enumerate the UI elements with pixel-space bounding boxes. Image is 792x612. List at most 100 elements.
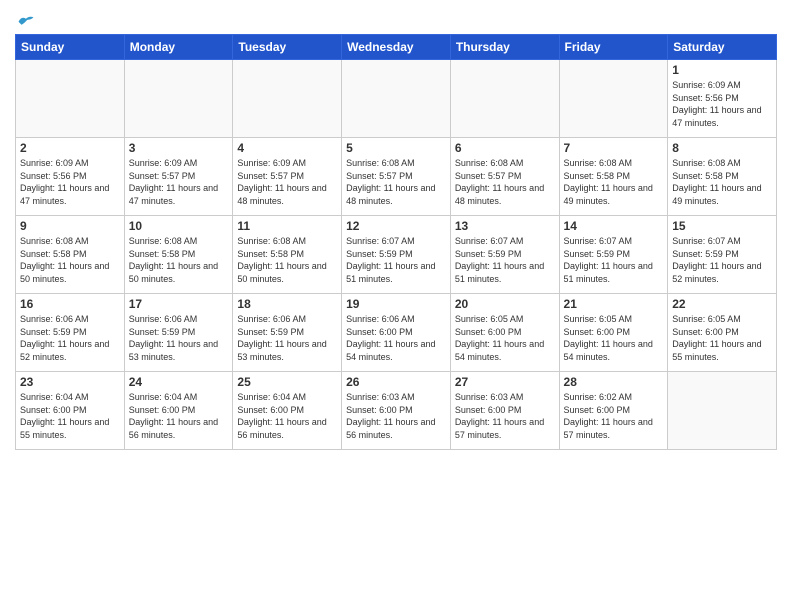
calendar-table: SundayMondayTuesdayWednesdayThursdayFrid… bbox=[15, 34, 777, 450]
calendar-cell: 5 Sunrise: 6:08 AMSunset: 5:57 PMDaylight… bbox=[342, 138, 451, 216]
day-info: Sunrise: 6:02 AMSunset: 6:00 PMDaylight:… bbox=[564, 391, 664, 441]
day-info: Sunrise: 6:05 AMSunset: 6:00 PMDaylight:… bbox=[455, 313, 555, 363]
day-info: Sunrise: 6:08 AMSunset: 5:58 PMDaylight:… bbox=[564, 157, 664, 207]
calendar-cell: 12Sunrise: 6:07 AMSunset: 5:59 PMDayligh… bbox=[342, 216, 451, 294]
day-info: Sunrise: 6:04 AMSunset: 6:00 PMDaylight:… bbox=[237, 391, 337, 441]
day-info: Sunrise: 6:07 AMSunset: 5:59 PMDaylight:… bbox=[564, 235, 664, 285]
day-number: 1 bbox=[672, 63, 772, 77]
day-info: Sunrise: 6:08 AMSunset: 5:57 PMDaylight:… bbox=[346, 157, 446, 207]
calendar-cell: 16 Sunrise: 6:06 AMSunset: 5:59 PMDayligh… bbox=[16, 294, 125, 372]
calendar-cell: 13 Sunrise: 6:07 AMSunset: 5:59 PMDayligh… bbox=[450, 216, 559, 294]
day-info: Sunrise: 6:09 AMSunset: 5:57 PMDaylight:… bbox=[129, 157, 229, 207]
calendar-cell: 11 Sunrise: 6:08 AMSunset: 5:58 PMDayligh… bbox=[233, 216, 342, 294]
day-info: Sunrise: 6:05 AMSunset: 6:00 PMDaylight:… bbox=[672, 313, 772, 363]
calendar-cell bbox=[668, 372, 777, 450]
calendar-cell bbox=[450, 60, 559, 138]
header bbox=[15, 10, 777, 28]
day-number: 20 bbox=[455, 297, 555, 311]
day-number: 21 bbox=[564, 297, 664, 311]
day-number: 3 bbox=[129, 141, 229, 155]
calendar-cell bbox=[16, 60, 125, 138]
calendar-cell: 18 Sunrise: 6:06 AMSunset: 5:59 PMDayligh… bbox=[233, 294, 342, 372]
day-number: 6 bbox=[455, 141, 555, 155]
calendar-cell: 14 Sunrise: 6:07 AMSunset: 5:59 PMDayligh… bbox=[559, 216, 668, 294]
day-number: 26 bbox=[346, 375, 446, 389]
day-number: 22 bbox=[672, 297, 772, 311]
calendar-cell: 21Sunrise: 6:05 AMSunset: 6:00 PMDayligh… bbox=[559, 294, 668, 372]
day-info: Sunrise: 6:08 AMSunset: 5:58 PMDaylight:… bbox=[129, 235, 229, 285]
calendar-cell: 10 Sunrise: 6:08 AMSunset: 5:58 PMDayligh… bbox=[124, 216, 233, 294]
week-row-1: 1 Sunrise: 6:09 AMSunset: 5:56 PMDaylight… bbox=[16, 60, 777, 138]
calendar-cell: 22 Sunrise: 6:05 AMSunset: 6:00 PMDayligh… bbox=[668, 294, 777, 372]
calendar-cell: 9Sunrise: 6:08 AMSunset: 5:58 PMDaylight… bbox=[16, 216, 125, 294]
week-row-2: 2 Sunrise: 6:09 AMSunset: 5:56 PMDaylight… bbox=[16, 138, 777, 216]
day-number: 7 bbox=[564, 141, 664, 155]
calendar-cell bbox=[124, 60, 233, 138]
day-info: Sunrise: 6:06 AMSunset: 5:59 PMDaylight:… bbox=[20, 313, 120, 363]
day-info: Sunrise: 6:09 AMSunset: 5:56 PMDaylight:… bbox=[672, 79, 772, 129]
calendar-cell: 15 Sunrise: 6:07 AMSunset: 5:59 PMDayligh… bbox=[668, 216, 777, 294]
weekday-header-tuesday: Tuesday bbox=[233, 35, 342, 60]
calendar-cell: 2 Sunrise: 6:09 AMSunset: 5:56 PMDaylight… bbox=[16, 138, 125, 216]
week-row-5: 23 Sunrise: 6:04 AMSunset: 6:00 PMDayligh… bbox=[16, 372, 777, 450]
day-info: Sunrise: 6:04 AMSunset: 6:00 PMDaylight:… bbox=[20, 391, 120, 441]
day-number: 23 bbox=[20, 375, 120, 389]
day-number: 15 bbox=[672, 219, 772, 233]
weekday-header-friday: Friday bbox=[559, 35, 668, 60]
weekday-header-thursday: Thursday bbox=[450, 35, 559, 60]
calendar-cell: 17 Sunrise: 6:06 AMSunset: 5:59 PMDayligh… bbox=[124, 294, 233, 372]
day-number: 16 bbox=[20, 297, 120, 311]
calendar-cell bbox=[559, 60, 668, 138]
weekday-header-sunday: Sunday bbox=[16, 35, 125, 60]
calendar-cell: 3 Sunrise: 6:09 AMSunset: 5:57 PMDaylight… bbox=[124, 138, 233, 216]
calendar-cell: 7 Sunrise: 6:08 AMSunset: 5:58 PMDaylight… bbox=[559, 138, 668, 216]
calendar-cell: 1 Sunrise: 6:09 AMSunset: 5:56 PMDaylight… bbox=[668, 60, 777, 138]
weekday-header-saturday: Saturday bbox=[668, 35, 777, 60]
calendar-cell bbox=[233, 60, 342, 138]
calendar-cell: 19 Sunrise: 6:06 AMSunset: 6:00 PMDayligh… bbox=[342, 294, 451, 372]
weekday-header-monday: Monday bbox=[124, 35, 233, 60]
weekday-header-wednesday: Wednesday bbox=[342, 35, 451, 60]
day-number: 10 bbox=[129, 219, 229, 233]
day-info: Sunrise: 6:07 AMSunset: 5:59 PMDaylight:… bbox=[672, 235, 772, 285]
weekday-header-row: SundayMondayTuesdayWednesdayThursdayFrid… bbox=[16, 35, 777, 60]
day-number: 19 bbox=[346, 297, 446, 311]
day-number: 28 bbox=[564, 375, 664, 389]
calendar-cell: 20 Sunrise: 6:05 AMSunset: 6:00 PMDayligh… bbox=[450, 294, 559, 372]
calendar-cell bbox=[342, 60, 451, 138]
day-number: 25 bbox=[237, 375, 337, 389]
day-info: Sunrise: 6:06 AMSunset: 5:59 PMDaylight:… bbox=[237, 313, 337, 363]
day-info: Sunrise: 6:06 AMSunset: 6:00 PMDaylight:… bbox=[346, 313, 446, 363]
day-info: Sunrise: 6:04 AMSunset: 6:00 PMDaylight:… bbox=[129, 391, 229, 441]
calendar-cell: 28 Sunrise: 6:02 AMSunset: 6:00 PMDayligh… bbox=[559, 372, 668, 450]
day-number: 18 bbox=[237, 297, 337, 311]
calendar-cell: 27Sunrise: 6:03 AMSunset: 6:00 PMDayligh… bbox=[450, 372, 559, 450]
page: SundayMondayTuesdayWednesdayThursdayFrid… bbox=[0, 0, 792, 612]
day-number: 17 bbox=[129, 297, 229, 311]
day-info: Sunrise: 6:07 AMSunset: 5:59 PMDaylight:… bbox=[455, 235, 555, 285]
day-info: Sunrise: 6:07 AMSunset: 5:59 PMDaylight:… bbox=[346, 235, 446, 285]
day-info: Sunrise: 6:06 AMSunset: 5:59 PMDaylight:… bbox=[129, 313, 229, 363]
day-info: Sunrise: 6:03 AMSunset: 6:00 PMDaylight:… bbox=[346, 391, 446, 441]
day-info: Sunrise: 6:09 AMSunset: 5:56 PMDaylight:… bbox=[20, 157, 120, 207]
calendar-cell: 8 Sunrise: 6:08 AMSunset: 5:58 PMDaylight… bbox=[668, 138, 777, 216]
calendar-cell: 23 Sunrise: 6:04 AMSunset: 6:00 PMDayligh… bbox=[16, 372, 125, 450]
day-info: Sunrise: 6:09 AMSunset: 5:57 PMDaylight:… bbox=[237, 157, 337, 207]
week-row-4: 16 Sunrise: 6:06 AMSunset: 5:59 PMDayligh… bbox=[16, 294, 777, 372]
day-number: 27 bbox=[455, 375, 555, 389]
day-number: 14 bbox=[564, 219, 664, 233]
calendar-cell: 24Sunrise: 6:04 AMSunset: 6:00 PMDayligh… bbox=[124, 372, 233, 450]
day-number: 11 bbox=[237, 219, 337, 233]
calendar-cell: 26 Sunrise: 6:03 AMSunset: 6:00 PMDayligh… bbox=[342, 372, 451, 450]
day-number: 2 bbox=[20, 141, 120, 155]
day-info: Sunrise: 6:08 AMSunset: 5:58 PMDaylight:… bbox=[237, 235, 337, 285]
logo-bird-icon bbox=[17, 14, 35, 28]
day-number: 4 bbox=[237, 141, 337, 155]
day-number: 8 bbox=[672, 141, 772, 155]
calendar-cell: 6Sunrise: 6:08 AMSunset: 5:57 PMDaylight… bbox=[450, 138, 559, 216]
calendar-cell: 4 Sunrise: 6:09 AMSunset: 5:57 PMDaylight… bbox=[233, 138, 342, 216]
day-number: 5 bbox=[346, 141, 446, 155]
day-number: 13 bbox=[455, 219, 555, 233]
day-info: Sunrise: 6:08 AMSunset: 5:58 PMDaylight:… bbox=[672, 157, 772, 207]
logo bbox=[15, 14, 35, 28]
